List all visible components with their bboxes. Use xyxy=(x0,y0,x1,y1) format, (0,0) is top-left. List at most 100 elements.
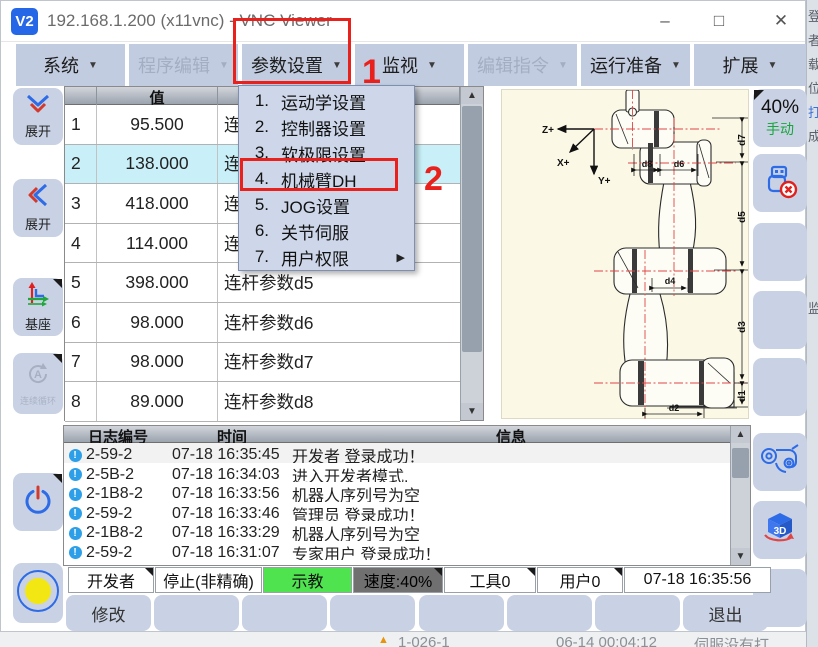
row-index: 1 xyxy=(65,105,97,144)
minimize-button[interactable]: – xyxy=(647,7,683,35)
base-frame-button[interactable]: 基座 xyxy=(13,278,63,336)
footer-empty-button[interactable] xyxy=(154,595,239,631)
table-row[interactable]: 889.000连杆参数d8 xyxy=(65,382,460,422)
view-3d-button[interactable]: 3D xyxy=(753,501,807,559)
corner-triangle-icon xyxy=(527,568,535,576)
menu-item-jog[interactable]: 5.JOG设置 xyxy=(239,192,414,218)
scrollbar-thumb[interactable] xyxy=(732,448,749,478)
footer-empty-button[interactable] xyxy=(595,595,680,631)
log-id: 2-1B8-2 xyxy=(86,485,172,503)
row-value: 418.000 xyxy=(97,184,218,223)
row-index: 5 xyxy=(65,263,97,302)
log-time: 07-18 16:33:46 xyxy=(172,505,292,523)
item-label: 软极限设置 xyxy=(281,141,366,166)
chevron-down-icon: ▼ xyxy=(768,60,778,71)
menu-system[interactable]: 系统▼ xyxy=(16,44,125,86)
log-id: 2-5B-2 xyxy=(86,563,172,566)
status-teach-label: 示教 xyxy=(291,568,323,592)
log-scrollbar[interactable]: ▲ ▼ xyxy=(730,426,750,565)
log-row[interactable]: !2-1B8-207-18 16:33:29机器人序列号为空 xyxy=(64,521,730,541)
chevron-down-icon: ▼ xyxy=(671,60,681,71)
log-row[interactable]: !2-59-207-18 16:33:46管理员 登录成功！ xyxy=(64,502,730,522)
modify-button[interactable]: 修改 xyxy=(66,595,151,631)
log-row[interactable]: !2-59-207-18 16:35:45开发者 登录成功！ xyxy=(64,443,730,463)
footer-empty-button[interactable] xyxy=(330,595,415,631)
chevron-down-icon: ▼ xyxy=(427,60,437,71)
menu-label: 监视 xyxy=(382,52,418,78)
status-motion-state[interactable]: 停止(非精确) xyxy=(155,567,262,593)
status-time-label: 07-18 16:35:56 xyxy=(644,571,752,589)
footer-empty-button[interactable] xyxy=(242,595,327,631)
status-lamp-button[interactable] xyxy=(13,563,63,623)
dim-d2-label: d2 xyxy=(669,403,680,413)
double-chevron-left-icon xyxy=(26,183,50,212)
log-row[interactable]: !2-59-207-18 16:31:07专家用户 登录成功！ xyxy=(64,541,730,561)
menu-parameter-settings[interactable]: 参数设置▼ xyxy=(242,44,351,86)
bg-log-message: 伺服没有打 xyxy=(694,634,769,647)
maximize-button[interactable]: □ xyxy=(701,7,737,35)
item-number: 3. xyxy=(239,143,269,163)
table-row[interactable]: 698.000连杆参数d6 xyxy=(65,303,460,343)
footer-empty-button[interactable] xyxy=(419,595,504,631)
corner-triangle-icon xyxy=(754,90,764,100)
info-icon: ! xyxy=(69,527,82,540)
menu-item-arm-dh[interactable]: 4.机械臂DH xyxy=(239,166,414,192)
status-teach-mode[interactable]: 示教 xyxy=(263,567,352,593)
scroll-down-icon[interactable]: ▼ xyxy=(461,403,483,420)
info-icon: ! xyxy=(69,468,82,481)
bg-text-fragment: 打 xyxy=(808,102,818,121)
base-label: 基座 xyxy=(25,314,51,333)
scroll-up-icon[interactable]: ▲ xyxy=(461,87,483,104)
menu-monitor[interactable]: 监视 ▼ xyxy=(355,44,464,86)
info-icon: ! xyxy=(69,507,82,520)
gamepad-icon xyxy=(758,441,802,484)
table-scrollbar[interactable]: ▲ ▼ xyxy=(460,87,483,420)
speed-mode-button[interactable]: 40% 手动 xyxy=(753,89,807,147)
menu-item-joint-servo[interactable]: 6.关节伺服 xyxy=(239,218,414,244)
menu-item-soft-limit[interactable]: 3. 软极限设置 xyxy=(239,140,414,166)
double-chevron-down-icon xyxy=(25,94,51,119)
row-index: 7 xyxy=(65,343,97,382)
expand-label: 展开 xyxy=(25,214,51,233)
table-row[interactable]: 798.000连杆参数d7 xyxy=(65,343,460,383)
scrollbar-thumb[interactable] xyxy=(462,106,482,352)
dim-d5-label: d5 xyxy=(737,211,748,223)
vnc-logo-icon: V2 xyxy=(11,8,38,35)
scroll-up-icon[interactable]: ▲ xyxy=(731,426,750,443)
status-user[interactable]: 开发者 xyxy=(68,567,154,593)
scroll-down-icon[interactable]: ▼ xyxy=(731,548,750,565)
status-tool[interactable]: 工具0 xyxy=(444,567,536,593)
menu-label: 参数设置 xyxy=(251,52,323,78)
status-speed[interactable]: 速度:40% xyxy=(353,567,443,593)
menu-item-controller[interactable]: 2.控制器设置 xyxy=(239,114,414,140)
info-icon: ! xyxy=(69,449,82,462)
menu-run-prepare[interactable]: 运行准备▼ xyxy=(581,44,690,86)
sidebar-empty-button[interactable] xyxy=(753,358,807,416)
status-user-frame[interactable]: 用户0 xyxy=(537,567,623,593)
corner-triangle-icon xyxy=(434,568,442,576)
sidebar-empty-button[interactable] xyxy=(753,291,807,349)
log-row[interactable]: !2-5B-207-18 16:34:03进入开发者模式. xyxy=(64,463,730,483)
power-button[interactable] xyxy=(13,473,63,531)
log-id: 2-59-2 xyxy=(86,446,172,464)
menu-item-kinematics[interactable]: 1.运动学设置 xyxy=(239,88,414,114)
item-label: JOG设置 xyxy=(281,193,350,218)
log-row-partial[interactable]: !2-5B-207-18 16:30:52进入开发者模式. xyxy=(64,560,730,566)
gamepad-button[interactable] xyxy=(753,433,807,491)
menu-extension[interactable]: 扩展▼ xyxy=(694,44,806,86)
exit-button[interactable]: 退出 xyxy=(683,595,768,631)
item-label: 控制器设置 xyxy=(281,115,366,140)
dim-d1-label: d1 xyxy=(737,390,748,402)
item-number: 7. xyxy=(239,247,269,267)
dim-d3-label: d3 xyxy=(737,321,748,333)
expand-down-button[interactable]: 展开 xyxy=(13,88,63,145)
log-time: 07-18 16:30:52 xyxy=(172,563,292,566)
close-button[interactable]: ✕ xyxy=(763,7,799,35)
usb-status-button[interactable] xyxy=(753,154,807,212)
sidebar-empty-button[interactable] xyxy=(753,223,807,281)
expand-left-button[interactable]: 展开 xyxy=(13,179,63,237)
menu-item-user-rights[interactable]: 7.用户权限▶ xyxy=(239,244,414,270)
footer-empty-button[interactable] xyxy=(507,595,592,631)
log-row[interactable]: !2-1B8-207-18 16:33:56机器人序列号为空 xyxy=(64,482,730,502)
background-window-right: 登 者 载 位 打 成 监 xyxy=(806,0,818,647)
